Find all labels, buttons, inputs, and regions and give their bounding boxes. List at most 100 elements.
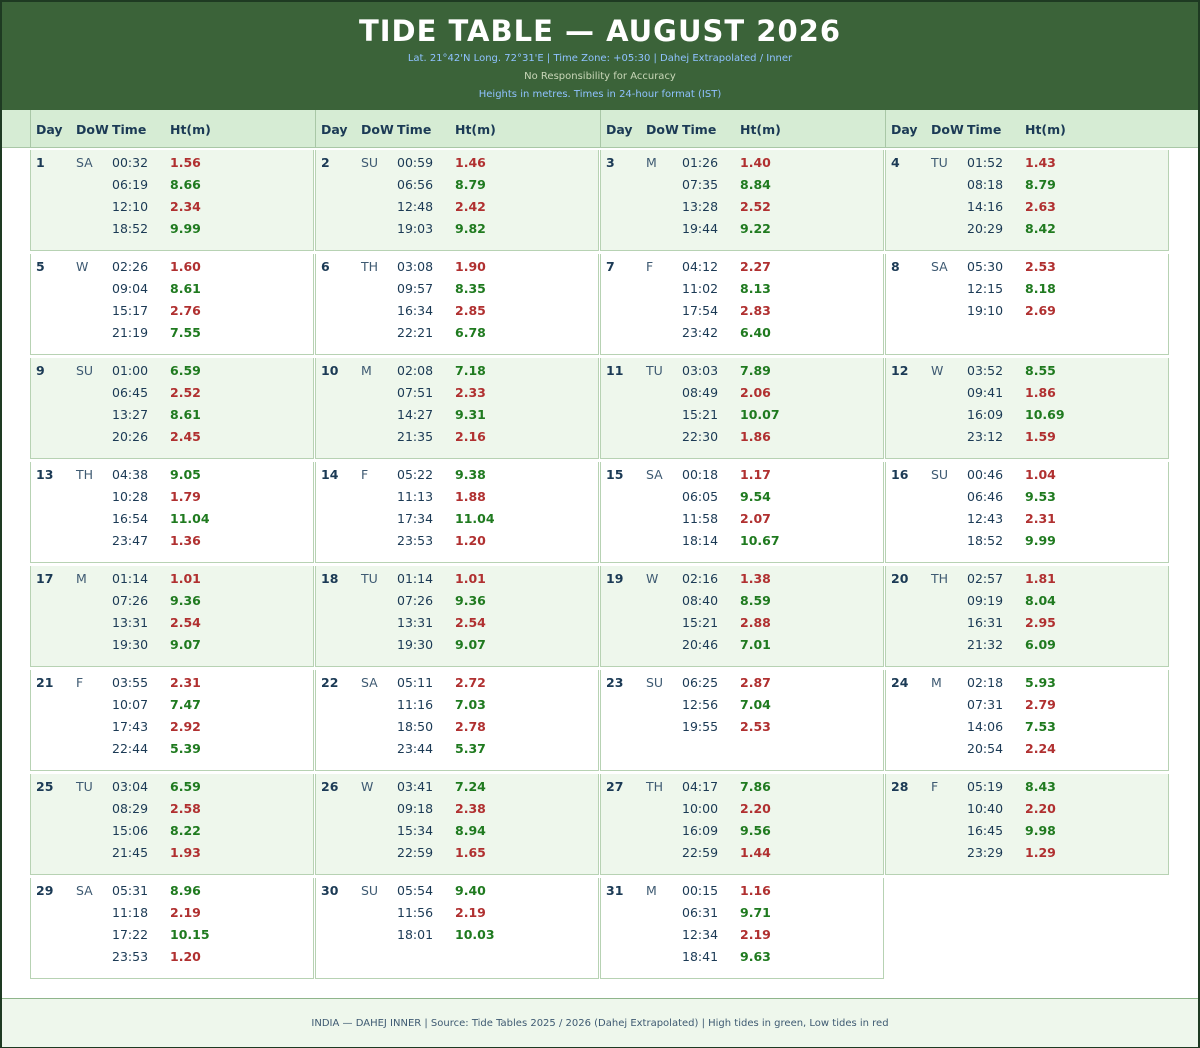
tide-time: 13:28 [682, 199, 719, 214]
tide-time: 07:51 [397, 385, 434, 400]
tide-time: 23:53 [112, 949, 149, 964]
low-tide-height: 1.65 [455, 845, 486, 860]
day-cell: 17 M 01:14 1.01 07:26 9.36 13:31 2.54 19:30 9.07 [30, 566, 314, 667]
tide-entry: 11:18 2.19 [31, 905, 315, 927]
low-tide-height: 1.16 [740, 883, 771, 898]
tide-time: 03:41 [397, 779, 434, 794]
tide-entry: 13:31 2.54 [31, 615, 315, 637]
high-tide-height: 8.96 [170, 883, 201, 898]
tide-entry: 19:44 9.22 [601, 221, 885, 243]
high-tide-height: 10.15 [170, 927, 210, 942]
day-cell: 18 TU 01:14 1.01 07:26 9.36 13:31 2.54 19:30 9.07 [315, 566, 599, 667]
tide-entry: 04:38 9.05 [31, 467, 315, 489]
column-header-day: Day [891, 122, 918, 137]
tide-entry: 20:54 2.24 [886, 741, 1170, 763]
tide-entry: 04:12 2.27 [601, 259, 885, 281]
day-cell: 20 TH 02:57 1.81 09:19 8.04 16:31 2.95 21:32 6.09 [885, 566, 1169, 667]
tide-time: 16:54 [112, 511, 149, 526]
high-tide-height: 10.07 [740, 407, 780, 422]
tide-entry: 09:19 8.04 [886, 593, 1170, 615]
low-tide-height: 1.40 [740, 155, 771, 170]
column-header-time: Time [967, 122, 1002, 137]
tide-entry: 12:34 2.19 [601, 927, 885, 949]
high-tide-height: 10.67 [740, 533, 780, 548]
tide-time: 14:16 [967, 199, 1004, 214]
high-tide-height: 9.36 [170, 593, 201, 608]
high-tide-height: 9.99 [1025, 533, 1056, 548]
low-tide-height: 2.95 [1025, 615, 1056, 630]
tide-time: 16:34 [397, 303, 434, 318]
tide-time: 22:30 [682, 429, 719, 444]
tide-time: 21:19 [112, 325, 149, 340]
tide-entry: 18:52 9.99 [886, 533, 1170, 555]
tide-time: 21:32 [967, 637, 1004, 652]
tide-entry: 00:15 1.16 [601, 883, 885, 905]
tide-entry: 09:04 8.61 [31, 281, 315, 303]
tide-entry: 06:46 9.53 [886, 489, 1170, 511]
tide-entry: 23:42 6.40 [601, 325, 885, 347]
high-tide-height: 9.98 [1025, 823, 1056, 838]
high-tide-height: 5.39 [170, 741, 201, 756]
low-tide-height: 2.20 [1025, 801, 1056, 816]
high-tide-height: 8.55 [1025, 363, 1056, 378]
tide-time: 20:54 [967, 741, 1004, 756]
low-tide-height: 2.79 [1025, 697, 1056, 712]
tide-entry: 05:19 8.43 [886, 779, 1170, 801]
tide-entry: 15:21 10.07 [601, 407, 885, 429]
tide-time: 10:28 [112, 489, 149, 504]
day-cell: 27 TH 04:17 7.86 10:00 2.20 16:09 9.56 22:59 1.44 [600, 774, 884, 875]
page-title: TIDE TABLE — AUGUST 2026 [358, 14, 842, 48]
tide-time: 19:03 [397, 221, 434, 236]
tide-entry: 19:30 9.07 [316, 637, 600, 659]
tide-entry: 05:11 2.72 [316, 675, 600, 697]
tide-time: 03:55 [112, 675, 149, 690]
low-tide-height: 1.01 [455, 571, 486, 586]
low-tide-height: 2.53 [1025, 259, 1056, 274]
tide-entry: 10:07 7.47 [31, 697, 315, 719]
low-tide-height: 2.78 [455, 719, 486, 734]
tide-entry: 19:10 2.69 [886, 303, 1170, 325]
tide-time: 18:41 [682, 949, 719, 964]
high-tide-height: 8.42 [1025, 221, 1056, 236]
tide-entry: 06:25 2.87 [601, 675, 885, 697]
tide-entry: 13:31 2.54 [316, 615, 600, 637]
tide-entry: 12:43 2.31 [886, 511, 1170, 533]
tide-entry: 06:05 9.54 [601, 489, 885, 511]
tide-entry: 05:22 9.38 [316, 467, 600, 489]
high-tide-height: 6.59 [170, 779, 201, 794]
low-tide-height: 2.06 [740, 385, 771, 400]
high-tide-height: 8.94 [455, 823, 486, 838]
low-tide-height: 2.69 [1025, 303, 1056, 318]
low-tide-height: 1.79 [170, 489, 201, 504]
tide-entry: 10:00 2.20 [601, 801, 885, 823]
tide-time: 06:45 [112, 385, 149, 400]
tide-entry: 21:19 7.55 [31, 325, 315, 347]
tide-entry: 09:18 2.38 [316, 801, 600, 823]
high-tide-height: 8.04 [1025, 593, 1056, 608]
tide-entry: 03:08 1.90 [316, 259, 600, 281]
tide-entry: 22:44 5.39 [31, 741, 315, 763]
tide-entry: 12:48 2.42 [316, 199, 600, 221]
tide-time: 23:47 [112, 533, 149, 548]
high-tide-height: 9.36 [455, 593, 486, 608]
day-cell: 30 SU 05:54 9.40 11:56 2.19 18:01 10.03 [315, 878, 599, 979]
day-cell: 9 SU 01:00 6.59 06:45 2.52 13:27 8.61 20:26 2.45 [30, 358, 314, 459]
tide-entry: 18:52 9.99 [31, 221, 315, 243]
tide-entry: 17:22 10.15 [31, 927, 315, 949]
low-tide-height: 2.19 [455, 905, 486, 920]
tide-entry: 03:41 7.24 [316, 779, 600, 801]
high-tide-height: 9.82 [455, 221, 486, 236]
tide-time: 08:18 [967, 177, 1004, 192]
tide-entry: 14:27 9.31 [316, 407, 600, 429]
tide-time: 05:22 [397, 467, 434, 482]
tide-time: 11:02 [682, 281, 719, 296]
day-cell: 6 TH 03:08 1.90 09:57 8.35 16:34 2.85 22:21 6.78 [315, 254, 599, 355]
tide-entry: 11:58 2.07 [601, 511, 885, 533]
high-tide-height: 7.86 [740, 779, 771, 794]
day-cell: 22 SA 05:11 2.72 11:16 7.03 18:50 2.78 23:44 5.37 [315, 670, 599, 771]
high-tide-height: 8.18 [1025, 281, 1056, 296]
tide-entry: 21:45 1.93 [31, 845, 315, 867]
tide-time: 16:45 [967, 823, 1004, 838]
high-tide-height: 7.04 [740, 697, 771, 712]
column-header-group: Day DoW Time Ht(m) [30, 110, 316, 147]
